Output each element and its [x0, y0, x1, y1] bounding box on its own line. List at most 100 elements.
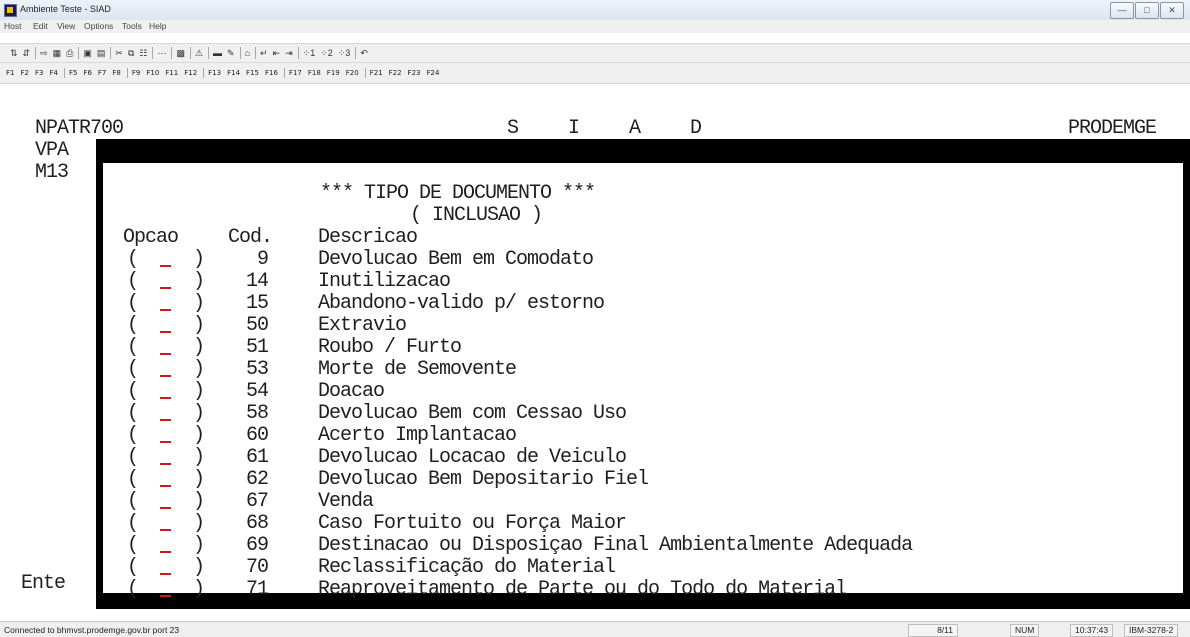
pf-key-2[interactable]: F2 — [20, 69, 28, 77]
side-label-m13: M13 — [35, 161, 69, 184]
menu-host[interactable]: Host — [4, 21, 21, 31]
option-input[interactable]: ( ) — [127, 315, 205, 337]
keypad-icon[interactable]: ⋯ — [157, 47, 166, 59]
connection-status: Connected to bhmvst.prodemge.gov.br port… — [4, 625, 180, 635]
menu-edit[interactable]: Edit — [33, 21, 48, 31]
code-value: 62 — [245, 468, 269, 491]
pa1-icon[interactable]: ⁘1 — [303, 47, 316, 59]
option-input[interactable]: ( ) — [127, 359, 205, 381]
pencil-icon[interactable]: ✎ — [227, 47, 235, 59]
option-input[interactable]: ( ) — [127, 447, 205, 469]
disconnect-icon[interactable]: ⇵ — [23, 47, 31, 59]
option-input[interactable]: ( ) — [127, 249, 205, 271]
pf-key-15[interactable]: F15 — [246, 69, 259, 77]
pf-key-13[interactable]: F13 — [208, 69, 221, 77]
pf-key-20[interactable]: F20 — [346, 69, 359, 77]
num-lock-indicator: NUM — [1010, 624, 1040, 637]
popup-title: *** TIPO DE DOCUMENTO *** — [320, 182, 596, 205]
description-value: Doacao — [318, 380, 385, 403]
option-input[interactable]: ( ) — [127, 491, 205, 513]
document-type-popup: *** TIPO DE DOCUMENTO *** ( INCLUSAO ) O… — [96, 139, 1190, 609]
print-icon[interactable]: ⎙ — [66, 47, 73, 59]
tab-back-icon[interactable]: ⇤ — [273, 47, 281, 59]
code-value: 58 — [245, 402, 269, 425]
pf-key-16[interactable]: F16 — [265, 69, 278, 77]
option-input[interactable]: ( ) — [127, 579, 205, 601]
menu-tools[interactable]: Tools — [122, 21, 142, 31]
menu-help[interactable]: Help — [149, 21, 166, 31]
tab-forward-icon[interactable]: ⇥ — [285, 47, 293, 59]
code-value: 50 — [245, 314, 269, 337]
option-input[interactable]: ( ) — [127, 469, 205, 491]
pf-key-12[interactable]: F12 — [184, 69, 197, 77]
pa2-icon[interactable]: ⁘2 — [320, 47, 333, 59]
cut-icon[interactable]: ✂ — [115, 47, 123, 59]
description-value: Reaproveitamento de Parte ou do Todo do … — [318, 578, 847, 601]
input-cursor — [160, 353, 172, 355]
pf-key-23[interactable]: F23 — [408, 69, 421, 77]
option-input[interactable]: ( ) — [127, 337, 205, 359]
paste-icon[interactable]: ▤ — [97, 47, 106, 59]
menu-view[interactable]: View — [57, 21, 75, 31]
option-input[interactable]: ( ) — [127, 513, 205, 535]
undo-icon[interactable]: ↶ — [360, 47, 368, 59]
option-input[interactable]: ( ) — [127, 425, 205, 447]
code-value: 60 — [245, 424, 269, 447]
home-icon[interactable]: ⌂ — [245, 47, 250, 59]
code-value: 53 — [245, 358, 269, 381]
clipboard-icon[interactable]: ☷ — [139, 47, 147, 59]
pf-key-14[interactable]: F14 — [227, 69, 240, 77]
pf-key-8[interactable]: F8 — [112, 69, 120, 77]
receive-icon[interactable]: ▦ — [53, 47, 62, 59]
pf-key-1[interactable]: F1 — [6, 69, 14, 77]
pf-key-10[interactable]: F10 — [146, 69, 159, 77]
description-value: Morte de Semovente — [318, 358, 517, 381]
pf-key-6[interactable]: F6 — [83, 69, 91, 77]
description-value: Extravio — [318, 314, 407, 337]
description-value: Devolucao Bem Depositario Fiel — [318, 468, 649, 491]
program-id: NPATR700 — [35, 117, 124, 140]
enter-icon[interactable]: ↵ — [260, 47, 268, 59]
description-value: Reclassificação do Material — [318, 556, 616, 579]
copy-icon[interactable]: ⧉ — [128, 47, 134, 59]
send-icon[interactable]: ⇨ — [40, 47, 48, 59]
menu-options[interactable]: Options — [84, 21, 113, 31]
warning-icon[interactable]: ⚠ — [195, 47, 203, 59]
pf-key-9[interactable]: F9 — [132, 69, 140, 77]
code-value: 51 — [245, 336, 269, 359]
option-input[interactable]: ( ) — [127, 557, 205, 579]
pf-key-7[interactable]: F7 — [98, 69, 106, 77]
header-descricao: Descricao — [318, 226, 418, 249]
option-input[interactable]: ( ) — [127, 381, 205, 403]
main-toolbar: ⇅ ⇵ ⇨ ▦ ⎙ ▣ ▤ ✂ ⧉ ☷ ⋯ ▩ ⚠ ▬ ✎ ⌂ ↵ ⇤ ⇥ ⁘1… — [0, 43, 1190, 63]
minimize-button[interactable]: — — [1110, 2, 1134, 19]
option-input[interactable]: ( ) — [127, 271, 205, 293]
copy-screen-icon[interactable]: ▣ — [83, 47, 92, 59]
chart-icon[interactable]: ▩ — [176, 47, 185, 59]
option-input[interactable]: ( ) — [127, 403, 205, 425]
maximize-button[interactable]: □ — [1135, 2, 1159, 19]
code-value: 54 — [245, 380, 269, 403]
status-bar: Connected to bhmvst.prodemge.gov.br port… — [0, 621, 1190, 637]
connect-icon[interactable]: ⇅ — [10, 47, 18, 59]
pa3-icon[interactable]: ⁘3 — [338, 47, 351, 59]
pf-key-11[interactable]: F11 — [165, 69, 178, 77]
pf-key-19[interactable]: F19 — [327, 69, 340, 77]
cursor-position: 8/11 — [908, 624, 958, 637]
pf-key-22[interactable]: F22 — [389, 69, 402, 77]
pf-key-3[interactable]: F3 — [35, 69, 43, 77]
pf-key-4[interactable]: F4 — [49, 69, 57, 77]
pf-key-24[interactable]: F24 — [426, 69, 439, 77]
window-icon[interactable]: ▬ — [213, 47, 222, 59]
pf-key-18[interactable]: F18 — [308, 69, 321, 77]
description-value: Inutilizacao — [318, 270, 451, 293]
option-input[interactable]: ( ) — [127, 293, 205, 315]
company-name: PRODEMGE — [1068, 117, 1157, 140]
pf-key-21[interactable]: F21 — [370, 69, 383, 77]
input-cursor — [160, 287, 172, 289]
option-input[interactable]: ( ) — [127, 535, 205, 557]
pf-key-17[interactable]: F17 — [289, 69, 302, 77]
pf-key-5[interactable]: F5 — [69, 69, 77, 77]
code-value: 68 — [245, 512, 269, 535]
close-button[interactable]: ✕ — [1160, 2, 1184, 19]
